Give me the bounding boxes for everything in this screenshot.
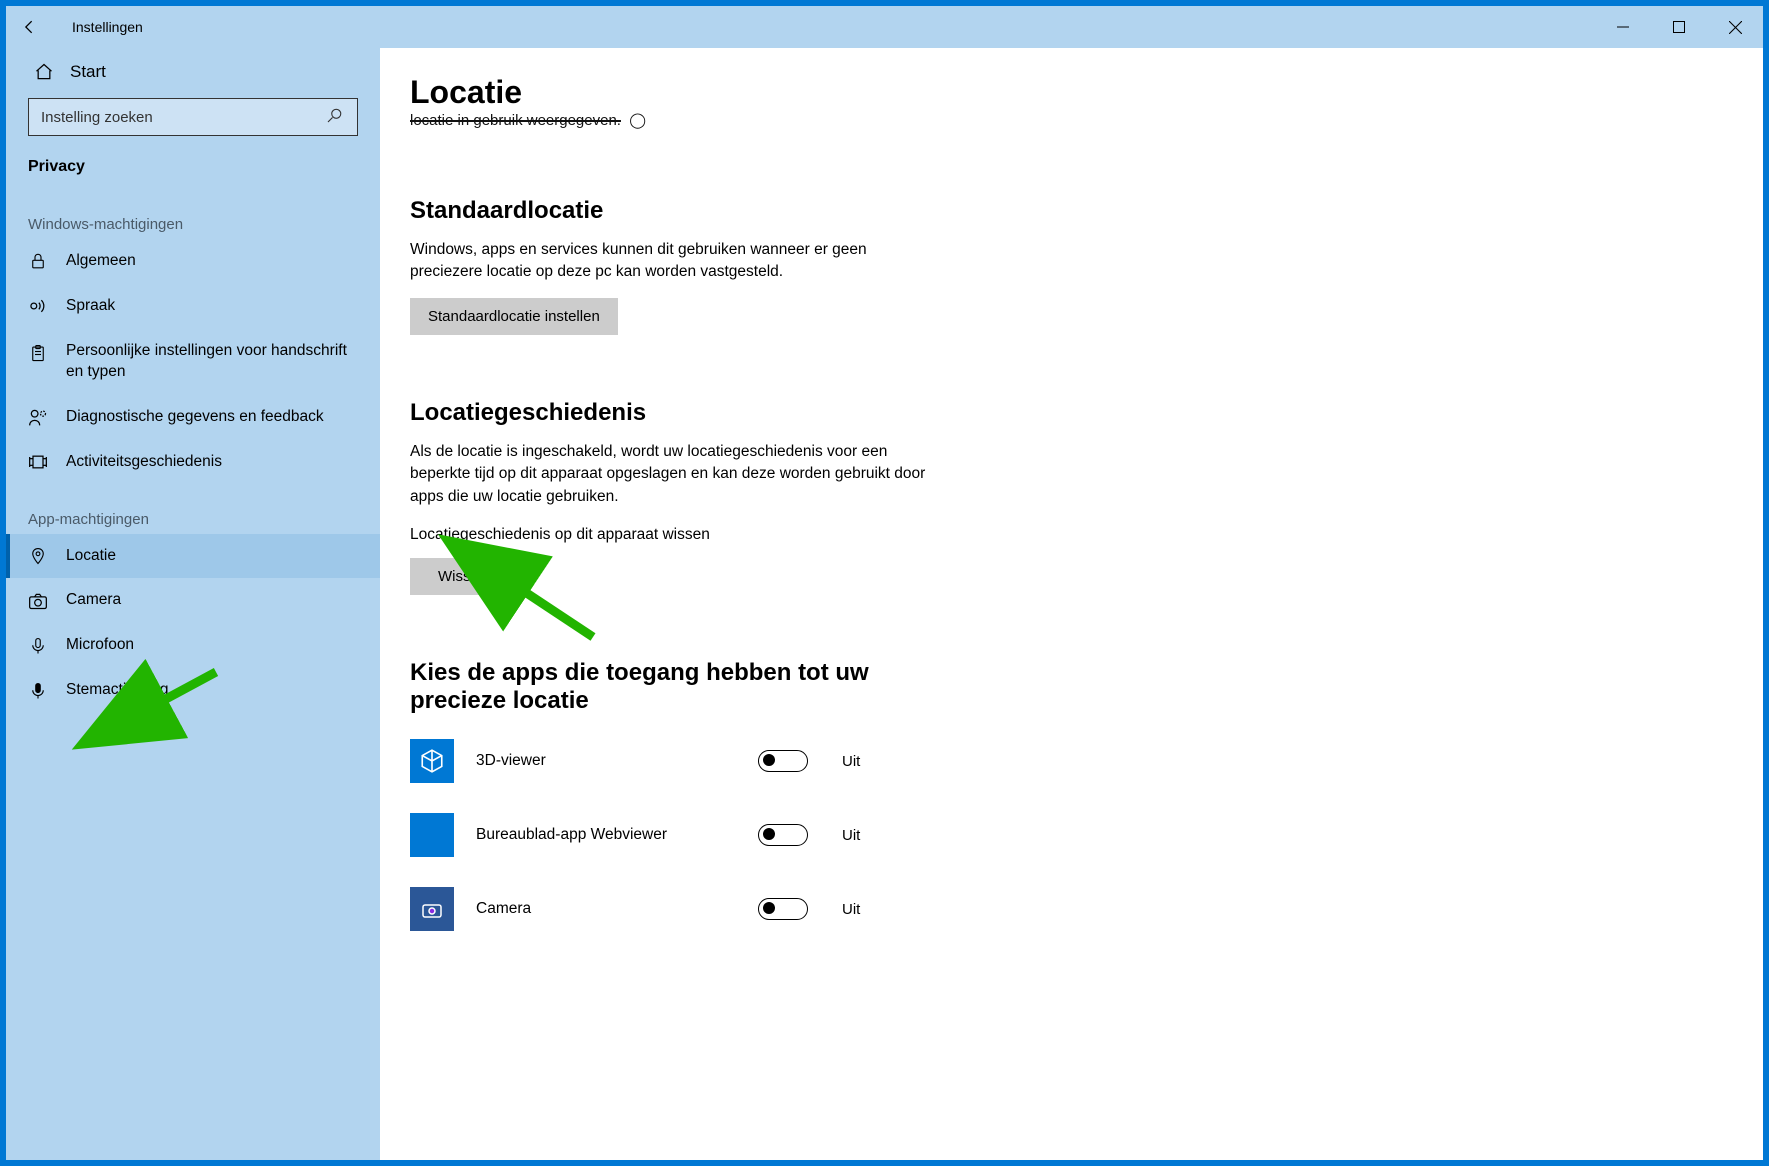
sidebar-item-label: Locatie — [66, 546, 358, 567]
truncated-prev-text: locatie in gebruik weergegeven. ◯ — [410, 111, 1763, 129]
app-icon-3d-viewer — [410, 739, 454, 783]
sidebar-item-spraak[interactable]: Spraak — [6, 284, 380, 329]
sidebar-item-label: Persoonlijke instellingen voor handschri… — [66, 341, 358, 383]
sidebar-item-label: Activiteitsgeschiedenis — [66, 452, 358, 473]
toggle-state: Uit — [842, 901, 860, 918]
sidebar-section-windows-permissions: Windows-machtigingen — [6, 190, 380, 239]
section-desc-location-history: Als de locatie is ingeschakeld, wordt uw… — [410, 441, 930, 508]
sidebar-section-app-permissions: App-machtigingen — [6, 485, 380, 534]
title-bar: Instellingen — [6, 6, 1763, 48]
settings-window: Instellingen Start — [6, 6, 1763, 1160]
sidebar-item-label: Diagnostische gegevens en feedback — [66, 407, 358, 428]
window-title: Instellingen — [54, 19, 143, 35]
sidebar-item-stemactivering[interactable]: Stemactivering — [6, 668, 380, 713]
maximize-button[interactable] — [1651, 6, 1707, 48]
maximize-icon — [1673, 21, 1685, 33]
app-row-3d-viewer: 3D-viewer Uit — [410, 733, 1763, 789]
back-button[interactable] — [6, 17, 54, 37]
clipboard-icon — [28, 343, 48, 363]
microphone-icon — [28, 636, 48, 656]
speech-icon — [28, 296, 48, 316]
camera-icon — [28, 591, 48, 611]
minimize-button[interactable] — [1595, 6, 1651, 48]
sidebar-item-label: Spraak — [66, 296, 358, 317]
page-title: Locatie — [410, 74, 1763, 111]
app-name: 3D-viewer — [476, 752, 736, 770]
home-icon — [34, 62, 54, 82]
toggle-webviewer[interactable] — [758, 824, 808, 846]
sidebar: Start Privacy Windows-machtigingen Algem… — [6, 48, 380, 1160]
section-title-default-location: Standaardlocatie — [410, 197, 1763, 225]
history-icon — [28, 452, 48, 472]
app-name: Bureaublad-app Webviewer — [476, 826, 736, 844]
sidebar-item-label: Camera — [66, 590, 358, 611]
section-title-location-history: Locatiegeschiedenis — [410, 399, 1763, 427]
section-desc-default-location: Windows, apps en services kunnen dit geb… — [410, 239, 930, 284]
sidebar-item-label: Stemactivering — [66, 680, 358, 701]
arrow-left-icon — [20, 17, 40, 37]
sidebar-home[interactable]: Start — [6, 48, 380, 96]
app-icon-webviewer — [410, 813, 454, 857]
sidebar-item-algemeen[interactable]: Algemeen — [6, 239, 380, 284]
close-icon — [1729, 21, 1742, 34]
search-input[interactable] — [28, 98, 358, 136]
sidebar-item-handschrift[interactable]: Persoonlijke instellingen voor handschri… — [6, 329, 380, 395]
app-permission-list: 3D-viewer Uit Bureaublad-app Webviewer U… — [410, 733, 1763, 937]
location-icon — [28, 546, 48, 566]
sidebar-item-diagnostiek[interactable]: Diagnostische gegevens en feedback — [6, 395, 380, 440]
main-content: Locatie locatie in gebruik weergegeven. … — [380, 48, 1763, 1160]
clear-history-button[interactable]: Wissen — [410, 558, 515, 595]
minimize-icon — [1617, 21, 1629, 33]
voice-activation-icon — [28, 681, 48, 701]
toggle-state: Uit — [842, 827, 860, 844]
sidebar-item-label: Microfoon — [66, 635, 358, 656]
app-name: Camera — [476, 900, 736, 918]
sidebar-section-privacy: Privacy — [6, 148, 380, 190]
toggle-camera[interactable] — [758, 898, 808, 920]
toggle-state: Uit — [842, 753, 860, 770]
set-default-location-button[interactable]: Standaardlocatie instellen — [410, 298, 618, 335]
sidebar-home-label: Start — [70, 62, 106, 82]
sidebar-item-activiteit[interactable]: Activiteitsgeschiedenis — [6, 440, 380, 485]
lock-icon — [28, 251, 48, 271]
feedback-icon — [28, 407, 48, 427]
clear-history-label: Locatiegeschiedenis op dit apparaat wiss… — [410, 526, 1763, 544]
app-row-webviewer: Bureaublad-app Webviewer Uit — [410, 807, 1763, 863]
app-icon-camera — [410, 887, 454, 931]
search-wrapper — [6, 96, 380, 148]
toggle-3d-viewer[interactable] — [758, 750, 808, 772]
sidebar-item-microfoon[interactable]: Microfoon — [6, 623, 380, 668]
close-button[interactable] — [1707, 6, 1763, 48]
sidebar-item-camera[interactable]: Camera — [6, 578, 380, 623]
sidebar-item-locatie[interactable]: Locatie — [6, 534, 380, 579]
section-title-choose-apps: Kies de apps die toegang hebben tot uw p… — [410, 659, 950, 715]
app-row-camera: Camera Uit — [410, 881, 1763, 937]
search-icon — [324, 106, 344, 126]
sidebar-item-label: Algemeen — [66, 251, 358, 272]
